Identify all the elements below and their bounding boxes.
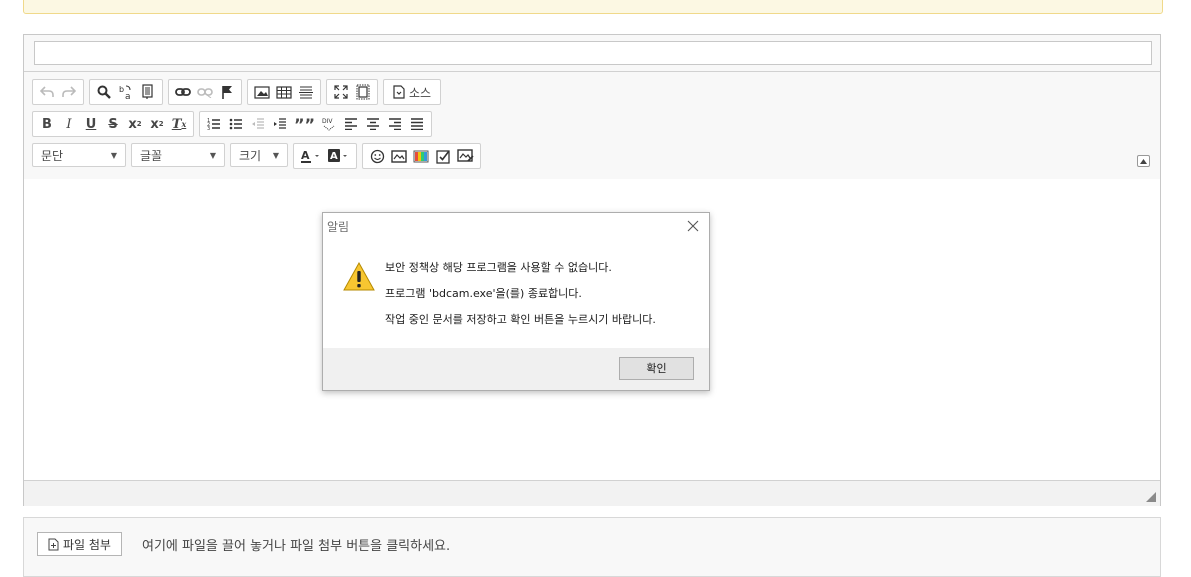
color-palette-icon[interactable] [410, 145, 432, 167]
text-color-icon[interactable]: A [297, 145, 325, 167]
background-color-icon[interactable]: A [325, 145, 353, 167]
dialog-message-3: 작업 중인 문서를 저장하고 확인 버튼을 누르시기 바랍니다. [385, 313, 656, 326]
dialog-messages: 보안 정책상 해당 프로그램을 사용할 수 없습니다. 프로그램 'bdcam.… [385, 260, 656, 338]
notice-bar [23, 0, 1163, 14]
svg-text:DIV: DIV [322, 118, 333, 125]
indent-icon[interactable] [269, 113, 291, 135]
paragraph-group: 123 ”” DIV [199, 111, 433, 137]
editor-toolbar: ba 소스 B I U S x 2 x 2 T x 1 2 3 ”” DIV 문… [24, 71, 1160, 180]
svg-text:3: 3 [207, 126, 210, 131]
strikethrough-icon[interactable]: S [102, 113, 124, 135]
attach-file-label: 파일 첨부 [63, 537, 111, 552]
align-justify-icon[interactable] [406, 113, 428, 135]
svg-text:A: A [301, 149, 310, 162]
collapse-toolbar-button[interactable] [1137, 155, 1150, 167]
format-combo[interactable]: 문단 ▼ [32, 143, 126, 167]
redo-icon[interactable] [58, 81, 80, 103]
superscript-icon[interactable]: x2 [146, 113, 168, 135]
view-group [326, 79, 378, 105]
underline-icon[interactable]: U [80, 113, 102, 135]
source-label: 소스 [409, 85, 432, 100]
anchor-flag-icon[interactable] [216, 81, 238, 103]
alert-dialog: 알림 보안 정책상 해당 프로그램을 사용할 수 없습니다. 프로그램 'bdc… [322, 212, 710, 391]
find-group: ba [89, 79, 163, 105]
dialog-message-2: 프로그램 'bdcam.exe'을(를) 종료합니다. [385, 287, 582, 300]
colors-group: A A [293, 143, 357, 169]
remove-format-icon[interactable]: Tx [168, 113, 190, 135]
font-combo-label: 글꼴 [140, 148, 163, 163]
warning-icon [343, 262, 375, 291]
unlink-icon[interactable] [194, 81, 216, 103]
source-group: 소스 [383, 79, 442, 105]
font-combo[interactable]: 글꼴 ▼ [131, 143, 225, 167]
media-icon[interactable] [388, 145, 410, 167]
find-icon[interactable] [93, 81, 115, 103]
align-right-icon[interactable] [384, 113, 406, 135]
attach-hint: 여기에 파일을 끌어 놓거나 파일 첨부 버튼을 클릭하세요. [142, 539, 451, 554]
editor-statusbar [24, 480, 1160, 506]
link-icon[interactable] [172, 81, 194, 103]
checkbox-icon[interactable] [432, 145, 454, 167]
subscript-icon[interactable]: x2 [124, 113, 146, 135]
bulleted-list-icon[interactable] [225, 113, 247, 135]
insert-group [247, 79, 321, 105]
add-file-icon [48, 538, 59, 550]
size-combo-label: 크기 [239, 148, 262, 163]
image-icon[interactable] [251, 81, 273, 103]
create-div-icon[interactable]: DIV [318, 113, 340, 135]
chevron-down-icon: ▼ [209, 150, 216, 160]
dialog-title: 알림 [327, 220, 350, 234]
svg-text:a: a [125, 92, 131, 100]
svg-text:b: b [119, 85, 124, 94]
triangle-up-icon [1140, 158, 1147, 164]
align-left-icon[interactable] [340, 113, 362, 135]
file-attach-area[interactable]: 파일 첨부 여기에 파일을 끌어 놓거나 파일 첨부 버튼을 클릭하세요. [23, 517, 1161, 577]
outdent-icon[interactable] [247, 113, 269, 135]
history-group [32, 79, 84, 105]
spellcheck-icon[interactable] [137, 81, 159, 103]
italic-icon[interactable]: I [58, 113, 80, 135]
link-group [168, 79, 242, 105]
extras-group [362, 143, 481, 169]
size-combo[interactable]: 크기 ▼ [230, 143, 288, 167]
chevron-down-icon: ▼ [272, 150, 279, 160]
svg-text:A: A [330, 151, 338, 162]
align-center-icon[interactable] [362, 113, 384, 135]
ok-button[interactable]: 확인 [619, 357, 694, 380]
chevron-down-icon: ▼ [110, 150, 117, 160]
dialog-footer: 확인 [323, 348, 709, 390]
dialog-message-1: 보안 정책상 해당 프로그램을 사용할 수 없습니다. [385, 261, 612, 274]
source-doc-icon [393, 85, 405, 99]
close-icon[interactable] [685, 218, 701, 234]
numbered-list-icon[interactable]: 123 [203, 113, 225, 135]
resize-grip-icon[interactable] [1146, 492, 1156, 502]
bold-icon[interactable]: B [36, 113, 58, 135]
replace-icon[interactable]: ba [115, 81, 137, 103]
show-blocks-icon[interactable] [352, 81, 374, 103]
undo-icon[interactable] [36, 81, 58, 103]
title-input[interactable] [34, 41, 1152, 65]
table-icon[interactable] [273, 81, 295, 103]
image-edit-icon[interactable] [454, 145, 477, 167]
basic-styles-group: B I U S x2 x2 Tx [32, 111, 194, 137]
format-combo-label: 문단 [41, 148, 64, 163]
blockquote-icon[interactable]: ”” [291, 113, 318, 135]
maximize-icon[interactable] [330, 81, 352, 103]
attach-file-button[interactable]: 파일 첨부 [37, 532, 122, 556]
horizontal-rule-icon[interactable] [295, 81, 317, 103]
source-button[interactable]: 소스 [387, 81, 437, 103]
smiley-icon[interactable] [366, 145, 388, 167]
